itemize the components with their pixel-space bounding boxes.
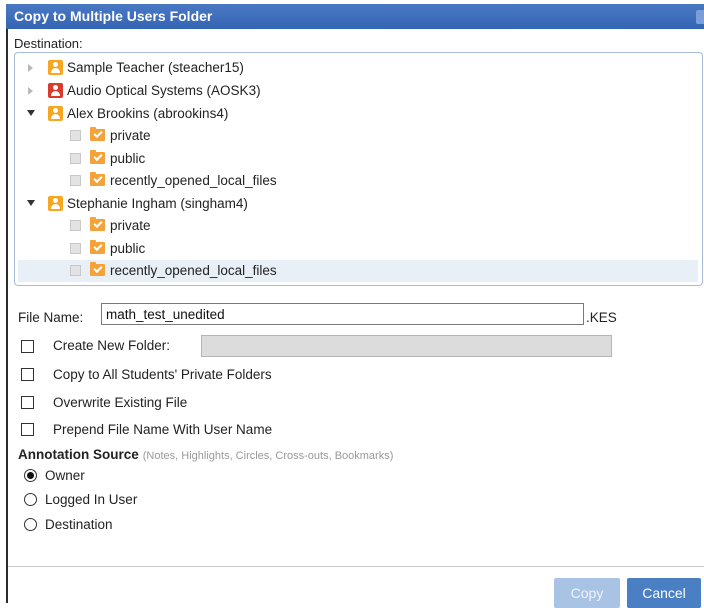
folder-checkbox[interactable] <box>70 265 81 276</box>
dialog-titlebar[interactable]: Copy to Multiple Users Folder <box>6 4 704 29</box>
folder-label: private <box>110 128 151 143</box>
folder-icon <box>90 127 105 141</box>
annotation-source-title: Annotation Source <box>18 447 139 462</box>
cancel-button[interactable]: Cancel <box>627 578 701 608</box>
tree-node-label: Sample Teacher (steacher15) <box>67 60 244 75</box>
copy-button[interactable]: Copy <box>554 578 620 608</box>
copy-all-private-label: Copy to All Students' Private Folders <box>53 367 272 382</box>
file-name-input[interactable] <box>101 303 584 325</box>
expand-arrow-icon[interactable] <box>28 87 33 95</box>
folder-label: public <box>110 241 146 256</box>
overwrite-checkbox[interactable] <box>21 396 34 409</box>
folder-checkbox[interactable] <box>70 220 81 231</box>
file-name-label: File Name: <box>18 310 84 325</box>
folder-icon <box>90 150 105 164</box>
tree-node-stephanie-ingham[interactable]: Stephanie Ingham (singham4) <box>18 193 698 215</box>
tree-folder-public[interactable]: public <box>18 238 698 260</box>
folder-label: public <box>110 151 146 166</box>
tree-folder-recent[interactable]: recently_opened_local_files <box>18 170 698 192</box>
dialog-border <box>6 29 8 603</box>
destination-tree[interactable]: Sample Teacher (steacher15) Audio Optica… <box>14 52 703 286</box>
radio-destination[interactable] <box>24 518 37 531</box>
radio-destination-label: Destination <box>45 517 113 532</box>
radio-owner[interactable] <box>24 469 37 482</box>
radio-owner-label: Owner <box>45 468 85 483</box>
prepend-label: Prepend File Name With User Name <box>53 422 273 437</box>
tree-node-sample-teacher[interactable]: Sample Teacher (steacher15) <box>18 57 698 79</box>
folder-checkbox[interactable] <box>70 243 81 254</box>
create-folder-label: Create New Folder: <box>53 338 171 353</box>
collapse-arrow-icon[interactable] <box>27 200 35 206</box>
folder-label: recently_opened_local_files <box>110 173 277 188</box>
folder-checkbox[interactable] <box>70 175 81 186</box>
new-folder-input[interactable] <box>201 335 612 357</box>
copy-all-private-checkbox[interactable] <box>21 368 34 381</box>
tree-folder-private[interactable]: private <box>18 125 698 147</box>
tree-folder-recent-selected[interactable]: recently_opened_local_files <box>18 260 698 282</box>
annotation-source-heading: Annotation Source (Notes, Highlights, Cir… <box>18 447 393 462</box>
copy-dialog: Copy to Multiple Users Folder Destinatio… <box>0 0 704 608</box>
user-icon <box>48 106 63 121</box>
user-icon <box>48 60 63 75</box>
dialog-title: Copy to Multiple Users Folder <box>14 8 213 24</box>
folder-checkbox[interactable] <box>70 130 81 141</box>
tree-folder-public[interactable]: public <box>18 148 698 170</box>
user-icon <box>48 83 63 98</box>
expand-arrow-icon[interactable] <box>28 64 33 72</box>
user-icon <box>48 196 63 211</box>
tree-node-label: Alex Brookins (abrookins4) <box>67 106 229 121</box>
folder-checkbox[interactable] <box>70 153 81 164</box>
annotation-source-hint: (Notes, Highlights, Circles, Cross-outs,… <box>142 450 394 462</box>
folder-label: private <box>110 218 151 233</box>
create-folder-checkbox[interactable] <box>21 340 34 353</box>
collapse-arrow-icon[interactable] <box>27 110 35 116</box>
tree-node-audio-optical[interactable]: Audio Optical Systems (AOSK3) <box>18 80 698 102</box>
folder-icon <box>90 262 105 276</box>
folder-icon <box>90 172 105 186</box>
file-extension: .KES <box>586 310 617 325</box>
folder-icon <box>90 217 105 231</box>
footer-divider <box>8 566 704 567</box>
prepend-checkbox[interactable] <box>21 423 34 436</box>
folder-icon <box>90 240 105 254</box>
close-icon[interactable] <box>696 10 704 24</box>
radio-logged-in-user-label: Logged In User <box>45 492 138 507</box>
tree-node-label: Audio Optical Systems (AOSK3) <box>67 83 261 98</box>
radio-logged-in-user[interactable] <box>24 493 37 506</box>
tree-folder-private[interactable]: private <box>18 215 698 237</box>
tree-node-label: Stephanie Ingham (singham4) <box>67 196 248 211</box>
destination-label: Destination: <box>14 36 83 51</box>
folder-label: recently_opened_local_files <box>110 263 277 278</box>
tree-node-alex-brookins[interactable]: Alex Brookins (abrookins4) <box>18 103 698 125</box>
overwrite-label: Overwrite Existing File <box>53 395 188 410</box>
